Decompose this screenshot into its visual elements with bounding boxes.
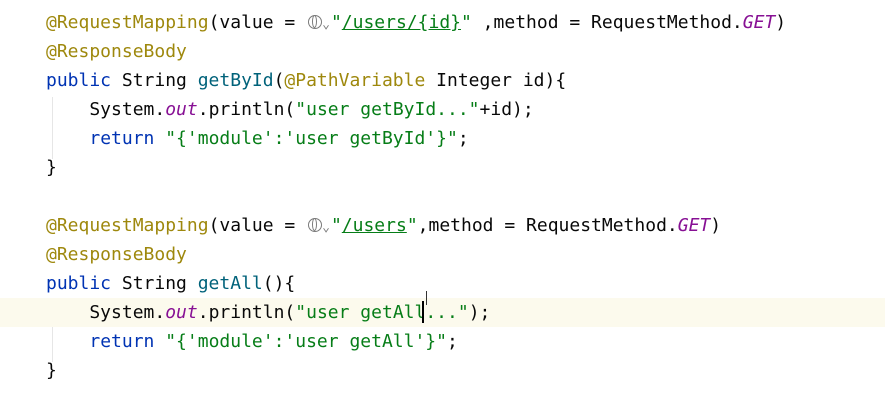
closing-brace: } <box>46 360 57 381</box>
ibeam-cursor-icon <box>426 291 430 305</box>
current-code-line[interactable]: System.out.println("user getAll..."); <box>0 298 885 327</box>
method-name: getById <box>197 70 274 91</box>
response-body-annotation: @ResponseBody <box>46 41 187 62</box>
print-string: "user getById..." <box>295 99 480 120</box>
chevron-down-icon[interactable]: ⌄ <box>322 10 330 39</box>
url-close-quote: " <box>406 215 418 236</box>
return-semicolon: ; <box>457 128 469 149</box>
code-line[interactable]: } <box>0 356 885 385</box>
code-line[interactable]: @ResponseBody <box>0 240 885 269</box>
out-field: out <box>165 302 198 323</box>
url-open-quote: " <box>330 215 342 236</box>
close-paren: ) <box>710 215 722 236</box>
print-prefix: System. <box>46 99 166 120</box>
url-close-quote: " <box>461 12 472 33</box>
print-call: .println( <box>197 99 296 120</box>
path-variable-annotation: @PathVariable <box>284 70 426 91</box>
request-mapping-annotation: @RequestMapping <box>46 12 209 33</box>
http-method: GET <box>742 12 776 33</box>
signature-rest: (){ <box>262 273 296 294</box>
public-keyword: public <box>46 70 122 91</box>
globe-icon[interactable] <box>308 15 323 29</box>
value-prefix: (value = <box>208 12 307 33</box>
code-line[interactable]: public String getById(@PathVariable Inte… <box>0 66 885 95</box>
url-link[interactable]: /users/{id} <box>342 12 461 33</box>
code-line[interactable]: @RequestMapping(value = ⌄"/users",method… <box>0 211 885 240</box>
url-open-quote: " <box>330 12 342 33</box>
code-editor[interactable]: @RequestMapping(value = ⌄"/users/{id}" ,… <box>0 0 885 401</box>
http-method: GET <box>677 215 711 236</box>
value-prefix: (value = <box>208 215 307 236</box>
print-call: .println( <box>197 302 296 323</box>
method-name: getAll <box>197 273 263 294</box>
code-line[interactable]: @RequestMapping(value = ⌄"/users/{id}" ,… <box>0 8 885 37</box>
code-line[interactable]: public String getAll(){ <box>0 269 885 298</box>
method-part: ,method = RequestMethod. <box>471 12 743 33</box>
method-part: ,method = RequestMethod. <box>417 215 678 236</box>
return-string: "{'module':'user getById'}" <box>165 128 458 149</box>
param-rest: Integer id){ <box>425 70 567 91</box>
out-field: out <box>165 99 198 120</box>
close-paren: ) <box>775 12 787 33</box>
response-body-annotation: @ResponseBody <box>46 244 187 265</box>
return-semicolon: ; <box>446 331 458 352</box>
code-line[interactable]: @ResponseBody <box>0 37 885 66</box>
code-line[interactable]: return "{'module':'user getById'}"; <box>0 124 885 153</box>
return-type: String <box>121 70 198 91</box>
open-paren: ( <box>273 70 285 91</box>
globe-icon[interactable] <box>308 218 323 232</box>
url-link[interactable]: /users <box>342 215 407 236</box>
print-prefix: System. <box>46 302 166 323</box>
code-line[interactable]: return "{'module':'user getAll'}"; <box>0 327 885 356</box>
return-string: "{'module':'user getAll'}" <box>165 331 447 352</box>
return-indent <box>46 331 89 352</box>
print-string-start: "user getAl <box>295 302 415 323</box>
return-keyword: return <box>89 331 166 352</box>
text-cursor <box>422 301 424 323</box>
return-type: String <box>121 273 198 294</box>
code-line[interactable]: } <box>0 153 885 182</box>
public-keyword: public <box>46 273 122 294</box>
return-indent <box>46 128 89 149</box>
code-line[interactable]: System.out.println("user getById..."+id)… <box>0 95 885 124</box>
closing-brace: } <box>46 157 57 178</box>
print-suffix: +id); <box>479 99 534 120</box>
request-mapping-annotation: @RequestMapping <box>46 215 209 236</box>
return-keyword: return <box>89 128 166 149</box>
print-suffix: ); <box>468 302 491 323</box>
chevron-down-icon[interactable]: ⌄ <box>322 213 330 242</box>
